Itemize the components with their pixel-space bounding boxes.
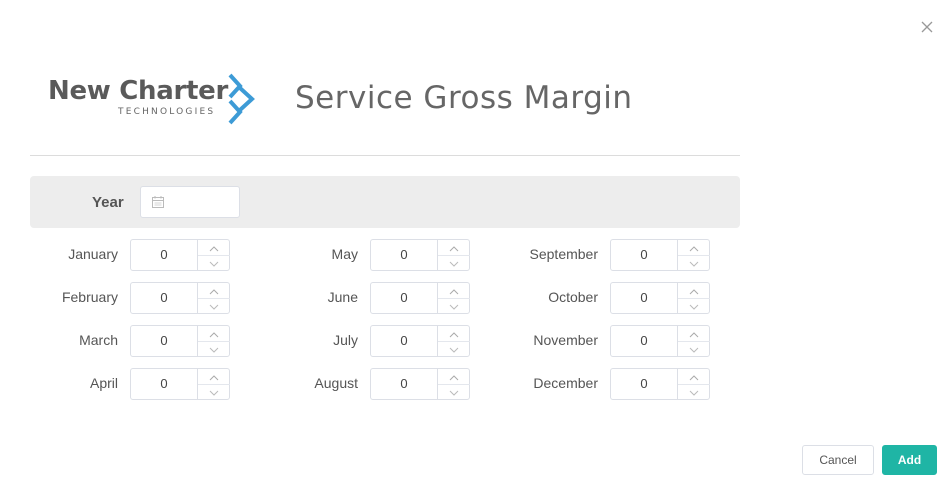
page-title: Service Gross Margin xyxy=(295,80,633,116)
chevron-down-icon xyxy=(689,340,699,358)
month-stepper-february[interactable]: 0 xyxy=(130,282,230,314)
chevron-down-icon xyxy=(449,383,459,401)
stepper-controls xyxy=(437,283,470,313)
month-stepper-march[interactable]: 0 xyxy=(130,325,230,357)
month-stepper-may[interactable]: 0 xyxy=(370,239,470,271)
chevron-down-icon xyxy=(449,340,459,358)
chevron-down-icon xyxy=(209,383,219,401)
header-divider xyxy=(30,155,740,156)
calendar-icon xyxy=(152,196,164,208)
month-label-august: August xyxy=(314,375,358,391)
decrement-button[interactable] xyxy=(198,341,230,356)
month-label-july: July xyxy=(333,332,358,348)
month-value-december[interactable]: 0 xyxy=(611,369,677,399)
decrement-button[interactable] xyxy=(678,384,710,399)
month-value-march[interactable]: 0 xyxy=(131,326,197,356)
month-stepper-september[interactable]: 0 xyxy=(610,239,710,271)
chevron-down-icon xyxy=(209,340,219,358)
decrement-button[interactable] xyxy=(438,298,470,313)
decrement-button[interactable] xyxy=(678,341,710,356)
month-label-september: September xyxy=(529,246,598,262)
month-stepper-november[interactable]: 0 xyxy=(610,325,710,357)
month-stepper-april[interactable]: 0 xyxy=(130,368,230,400)
decrement-button[interactable] xyxy=(198,384,230,399)
month-value-january[interactable]: 0 xyxy=(131,240,197,270)
decrement-button[interactable] xyxy=(198,255,230,270)
logo-brand: New Charter xyxy=(48,76,229,106)
month-stepper-january[interactable]: 0 xyxy=(130,239,230,271)
month-value-november[interactable]: 0 xyxy=(611,326,677,356)
chevron-down-icon xyxy=(689,254,699,272)
year-bar: Year xyxy=(30,176,740,228)
month-label-january: January xyxy=(68,246,118,262)
month-value-august[interactable]: 0 xyxy=(371,369,437,399)
month-value-may[interactable]: 0 xyxy=(371,240,437,270)
month-value-october[interactable]: 0 xyxy=(611,283,677,313)
stepper-controls xyxy=(437,240,470,270)
month-label-june: June xyxy=(327,289,358,305)
stepper-controls xyxy=(437,326,470,356)
month-label-may: May xyxy=(331,246,358,262)
decrement-button[interactable] xyxy=(438,255,470,270)
chevron-down-icon xyxy=(449,297,459,315)
year-picker-input[interactable] xyxy=(140,186,240,218)
month-stepper-october[interactable]: 0 xyxy=(610,282,710,314)
close-icon[interactable] xyxy=(918,18,936,36)
decrement-button[interactable] xyxy=(678,255,710,270)
month-value-april[interactable]: 0 xyxy=(131,369,197,399)
month-label-october: October xyxy=(548,289,598,305)
decrement-button[interactable] xyxy=(438,341,470,356)
month-value-june[interactable]: 0 xyxy=(371,283,437,313)
month-label-march: March xyxy=(79,332,118,348)
stepper-controls xyxy=(677,326,710,356)
month-value-july[interactable]: 0 xyxy=(371,326,437,356)
decrement-button[interactable] xyxy=(198,298,230,313)
month-label-april: April xyxy=(89,375,118,391)
month-value-september[interactable]: 0 xyxy=(611,240,677,270)
month-label-december: December xyxy=(533,375,598,391)
stepper-controls xyxy=(197,369,230,399)
chevron-down-icon xyxy=(209,254,219,272)
decrement-button[interactable] xyxy=(438,384,470,399)
chevron-down-icon xyxy=(209,297,219,315)
month-stepper-august[interactable]: 0 xyxy=(370,368,470,400)
stepper-controls xyxy=(197,283,230,313)
chevron-down-icon xyxy=(689,383,699,401)
cancel-button[interactable]: Cancel xyxy=(802,445,874,475)
stepper-controls xyxy=(437,369,470,399)
month-label-february: February xyxy=(61,289,118,305)
stepper-controls xyxy=(197,240,230,270)
month-label-november: November xyxy=(533,332,598,348)
month-value-february[interactable]: 0 xyxy=(131,283,197,313)
stepper-controls xyxy=(197,326,230,356)
close-button[interactable] xyxy=(918,18,936,36)
logo-chevron-icon xyxy=(228,73,255,125)
month-stepper-june[interactable]: 0 xyxy=(370,282,470,314)
logo-tagline: TECHNOLOGIES xyxy=(118,107,216,117)
company-logo: New Charter TECHNOLOGIES xyxy=(48,72,260,128)
month-stepper-december[interactable]: 0 xyxy=(610,368,710,400)
year-label: Year xyxy=(92,194,124,211)
add-button[interactable]: Add xyxy=(882,445,937,475)
stepper-controls xyxy=(677,369,710,399)
stepper-controls xyxy=(677,283,710,313)
chevron-down-icon xyxy=(449,254,459,272)
decrement-button[interactable] xyxy=(678,298,710,313)
chevron-down-icon xyxy=(689,297,699,315)
stepper-controls xyxy=(677,240,710,270)
month-stepper-july[interactable]: 0 xyxy=(370,325,470,357)
